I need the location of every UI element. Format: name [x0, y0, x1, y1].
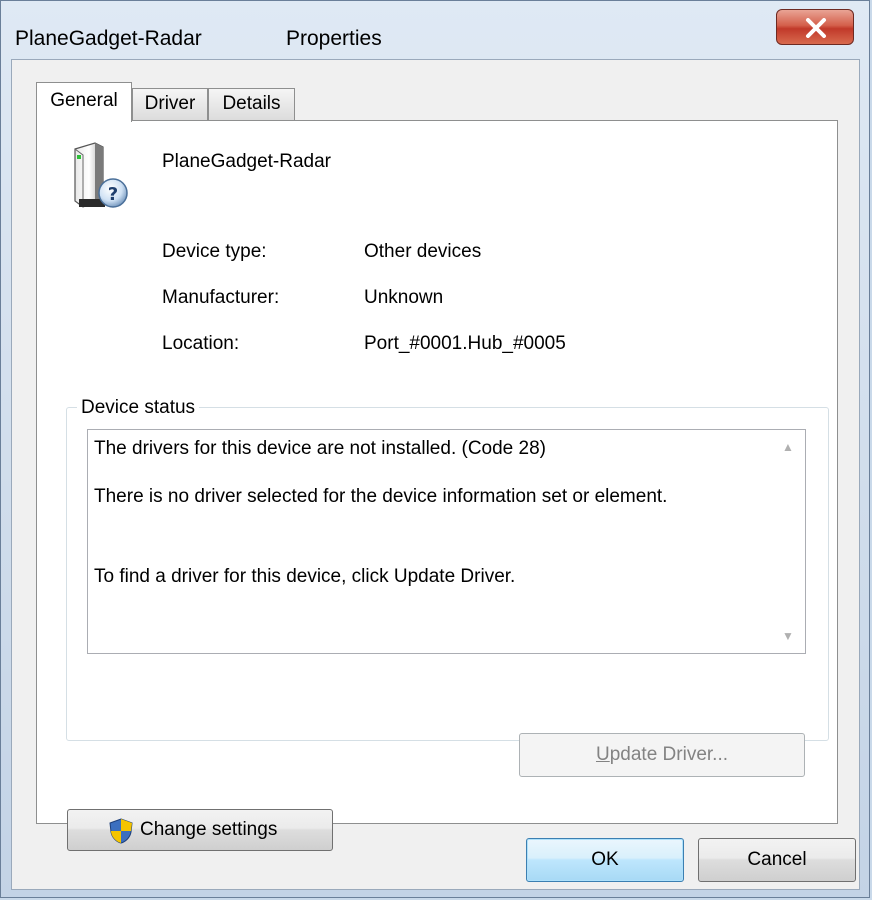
cancel-label: Cancel [747, 849, 807, 870]
properties-window: PlaneGadget-Radar Properties General Dri… [0, 0, 870, 898]
tab-general-label: General [50, 90, 118, 111]
dialog-client-area: General Driver Details ? PlaneGadget-Rad… [11, 59, 860, 890]
change-settings-label: Change settings [140, 819, 278, 840]
status-line: The drivers for this device are not inst… [94, 438, 546, 459]
change-settings-button[interactable]: Change settings [67, 809, 333, 851]
status-line: There is no driver selected for the devi… [94, 486, 668, 507]
general-tab-page: ? PlaneGadget-Radar Device type: Other d… [36, 120, 838, 851]
manufacturer-value: Unknown [364, 287, 444, 308]
scroll-up-arrow-icon[interactable]: ▲ [771, 430, 805, 464]
window-title-suffix: Properties [286, 27, 382, 50]
device-type-value: Other devices [364, 241, 482, 262]
ok-label: OK [591, 849, 619, 870]
update-driver-label: pdate Driver... [609, 744, 728, 765]
title-bar[interactable]: PlaneGadget-Radar Properties [1, 1, 869, 57]
location-value: Port_#0001.Hub_#0005 [364, 333, 566, 354]
device-status-legend: Device status [77, 397, 200, 419]
close-icon [806, 18, 826, 38]
scroll-down-arrow-icon[interactable]: ▼ [771, 619, 805, 653]
tab-general[interactable]: General [36, 82, 132, 122]
unknown-device-icon: ? [74, 142, 128, 208]
close-button[interactable] [776, 9, 854, 45]
ok-button[interactable]: OK [526, 838, 684, 882]
tab-driver-label: Driver [144, 93, 196, 114]
tab-driver[interactable]: Driver [132, 88, 208, 120]
vertical-scrollbar[interactable]: ▲ ▼ [771, 430, 805, 653]
status-line: To find a driver for this device, click … [94, 566, 516, 587]
svg-text:?: ? [108, 184, 118, 205]
tab-details-label: Details [222, 93, 281, 114]
update-driver-button[interactable]: Update Driver... [519, 733, 805, 777]
update-driver-accelerator: U [595, 744, 610, 765]
device-name: PlaneGadget-Radar [162, 151, 331, 172]
device-status-textbox[interactable]: The drivers for this device are not inst… [87, 429, 806, 654]
tab-details[interactable]: Details [208, 88, 295, 120]
manufacturer-label: Manufacturer: [162, 287, 280, 308]
location-label: Location: [162, 333, 240, 354]
window-title-device: PlaneGadget-Radar [15, 27, 202, 50]
cancel-button[interactable]: Cancel [698, 838, 856, 882]
uac-shield-icon [109, 818, 133, 844]
device-type-label: Device type: [162, 241, 267, 262]
